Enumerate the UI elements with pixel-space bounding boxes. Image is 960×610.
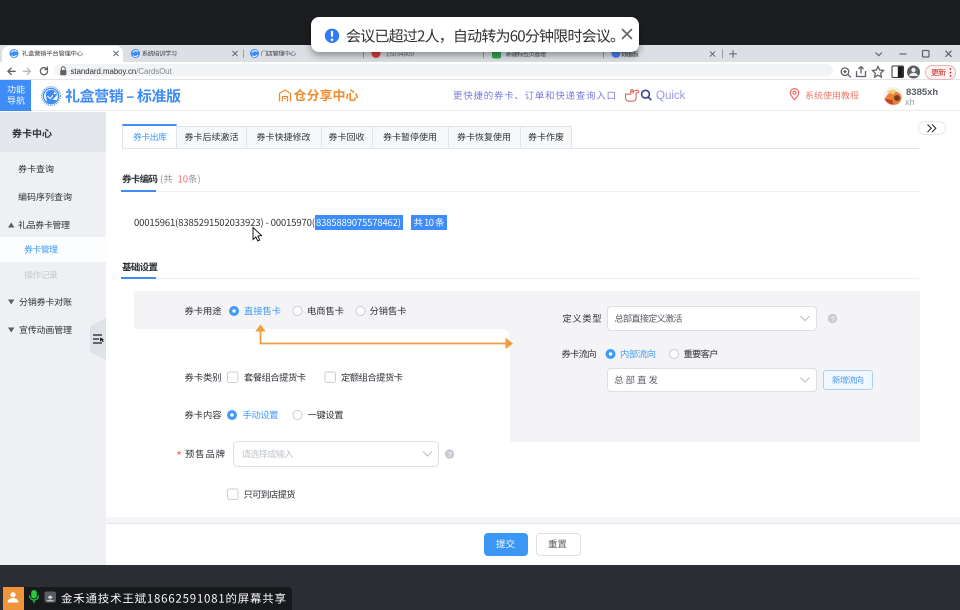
svg-text:?: ? <box>448 450 452 459</box>
